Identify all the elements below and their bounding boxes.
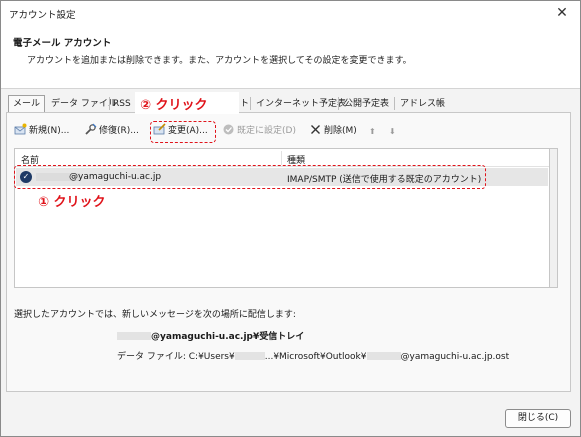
deliver-path-text: @yamaguchi-u.ac.jp¥受信トレイ — [151, 332, 305, 342]
annotation-step2-box — [150, 121, 216, 143]
deliver-label: 選択したアカウントでは、新しいメッセージを次の場所に配信します: — [14, 310, 296, 320]
check-circle-icon — [223, 124, 234, 135]
column-divider[interactable] — [281, 151, 282, 165]
move-down-icon[interactable]: ⬇ — [389, 123, 396, 140]
wrench-icon — [85, 123, 97, 135]
redacted-username — [366, 352, 401, 360]
title-bar: アカウント設定 ✕ — [1, 1, 580, 25]
new-mail-icon — [14, 123, 27, 135]
data-file-suffix: @yamaguchi-u.ac.jp.ost — [400, 352, 510, 362]
header-description: アカウントを追加または削除できます。また、アカウントを選択してその設定を変更でき… — [27, 56, 412, 66]
redacted-username — [234, 352, 265, 360]
new-account-label: 新規(N)... — [29, 126, 70, 136]
deliver-path: @yamaguchi-u.ac.jp¥受信トレイ — [117, 329, 304, 342]
annotation-step1-label: ① クリック — [38, 195, 106, 210]
list-scrollbar[interactable] — [550, 148, 558, 288]
repair-button[interactable]: 修復(R)... — [84, 123, 139, 140]
set-default-button[interactable]: 既定に設定(D) — [222, 123, 296, 140]
tab-rss[interactable]: RSS — [108, 95, 136, 112]
close-icon[interactable]: ✕ — [552, 3, 572, 23]
header-title: 電子メール アカウント — [13, 38, 112, 49]
tab-strip: メール データ ファイル RSS スト インターネット予定表 公開予定表 アドレ… — [8, 95, 578, 113]
annotation-step1-box — [14, 165, 486, 189]
remove-label: 削除(M) — [324, 126, 357, 136]
tab-published-calendars[interactable]: 公開予定表 — [339, 95, 394, 112]
tab-mail[interactable]: メール — [8, 95, 46, 112]
data-file-mid: ...¥Microsoft¥Outlook¥ — [264, 352, 367, 362]
set-default-label: 既定に設定(D) — [237, 126, 296, 136]
window-title: アカウント設定 — [9, 10, 76, 21]
delete-x-icon — [311, 125, 320, 134]
tab-address-books[interactable]: アドレス帳 — [395, 95, 450, 112]
remove-button[interactable]: 削除(M) — [309, 123, 357, 140]
header-area: 電子メール アカウント アカウントを追加または削除できます。また、アカウントを選… — [1, 25, 580, 89]
tab-internet-calendars[interactable]: インターネット予定表 — [251, 95, 351, 112]
annotation-step2-label: ② クリック — [140, 98, 208, 113]
new-account-button[interactable]: 新規(N)... — [14, 123, 69, 140]
redacted-username — [117, 332, 151, 340]
move-up-icon[interactable]: ⬆ — [369, 123, 376, 140]
data-file-path: データ ファイル: C:¥Users¥ ...¥Microsoft¥Outlook… — [117, 349, 509, 362]
data-file-prefix: データ ファイル: C:¥Users¥ — [117, 352, 235, 362]
close-button[interactable]: 閉じる(C) — [505, 409, 571, 428]
repair-label: 修復(R)... — [99, 126, 139, 136]
